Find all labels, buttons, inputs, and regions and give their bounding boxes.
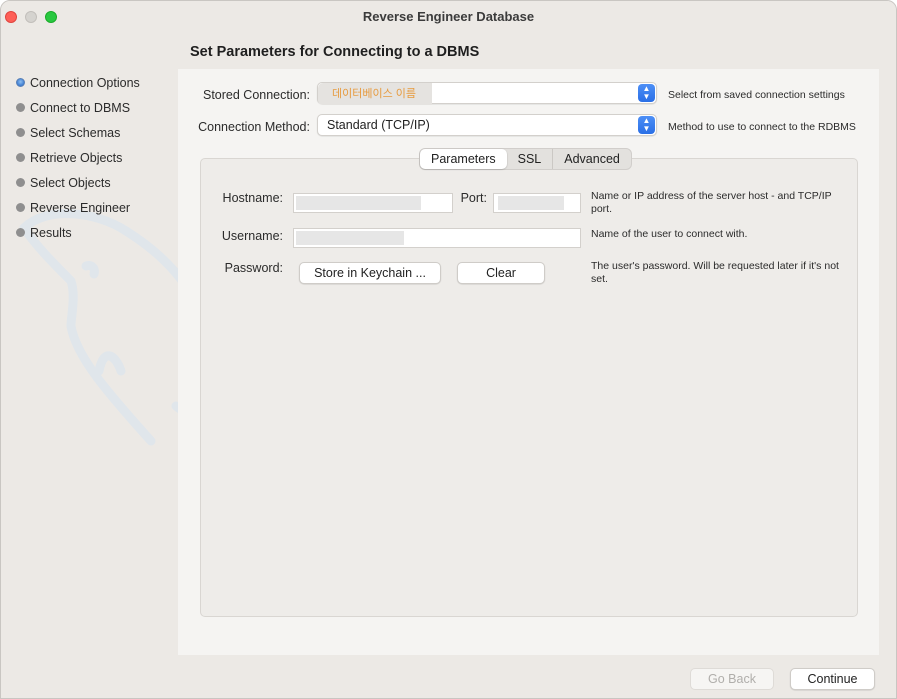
step-bullet-icon — [16, 203, 25, 212]
page-title: Set Parameters for Connecting to a DBMS — [190, 44, 480, 60]
window-title: Reverse Engineer Database — [362, 9, 535, 24]
tab-bar: Parameters SSL Advanced — [419, 148, 632, 170]
tab-parameters[interactable]: Parameters — [420, 149, 507, 169]
step-label: Reverse Engineer — [30, 200, 131, 215]
go-back-button[interactable]: Go Back — [690, 668, 774, 690]
clear-password-button[interactable]: Clear — [457, 262, 545, 284]
stored-connection-hint: Select from saved connection settings — [668, 89, 845, 101]
step-label: Results — [30, 225, 72, 240]
step-label: Select Objects — [30, 175, 111, 190]
step-label: Connect to DBMS — [30, 100, 131, 115]
username-label: Username: — [221, 229, 283, 243]
step-results: Results — [16, 220, 140, 245]
title-bar: Reverse Engineer Database — [1, 1, 896, 33]
connection-method-select[interactable]: Standard (TCP/IP) ▲ ▼ — [317, 114, 657, 136]
step-bullet-icon — [16, 153, 25, 162]
hostname-hint: Name or IP address of the server host - … — [591, 190, 832, 215]
chevron-updown-icon: ▲ ▼ — [638, 84, 655, 102]
redacted-value — [498, 196, 564, 210]
step-retrieve-objects: Retrieve Objects — [16, 145, 140, 170]
step-connection-options: Connection Options — [16, 70, 140, 95]
step-bullet-icon — [16, 128, 25, 137]
step-select-schemas: Select Schemas — [16, 120, 140, 145]
step-label: Connection Options — [30, 75, 140, 90]
step-select-objects: Select Objects — [16, 170, 140, 195]
step-bullet-icon — [16, 228, 25, 237]
redacted-value — [296, 231, 404, 245]
hostname-label: Hostname: — [222, 191, 283, 205]
step-label: Select Schemas — [30, 125, 121, 140]
step-bullet-icon — [16, 103, 25, 112]
port-field[interactable] — [493, 193, 581, 213]
port-label: Port: — [460, 191, 487, 205]
username-hint: Name of the user to connect with. — [591, 228, 748, 240]
step-reverse-engineer: Reverse Engineer — [16, 195, 140, 220]
hostname-field[interactable] — [293, 193, 453, 213]
continue-button[interactable]: Continue — [790, 668, 875, 690]
username-field[interactable] — [293, 228, 581, 248]
step-bullet-icon — [16, 178, 25, 187]
tab-content-area — [200, 158, 858, 617]
chevron-updown-icon: ▲ ▼ — [638, 116, 655, 134]
store-in-keychain-button[interactable]: Store in Keychain ... — [299, 262, 441, 284]
connection-method-hint: Method to use to connect to the RDBMS — [668, 121, 856, 133]
password-label: Password: — [224, 261, 283, 275]
connection-method-label: Connection Method: — [198, 120, 310, 134]
step-label: Retrieve Objects — [30, 150, 123, 165]
tab-advanced[interactable]: Advanced — [552, 149, 631, 169]
stored-connection-label: Stored Connection: — [202, 88, 310, 102]
reverse-engineer-window: Reverse Engineer Database Set Parameters… — [0, 0, 897, 699]
stored-connection-value: 데이터베이스 이름 — [318, 83, 432, 105]
tab-ssl[interactable]: SSL — [507, 149, 553, 169]
wizard-steps: Connection Options Connect to DBMS Selec… — [16, 70, 140, 245]
active-step-bullet-icon — [16, 78, 25, 87]
step-connect-to-dbms: Connect to DBMS — [16, 95, 140, 120]
connection-method-value: Standard (TCP/IP) — [327, 118, 430, 132]
redacted-value — [296, 196, 421, 210]
password-hint: The user's password. Will be requested l… — [591, 260, 839, 285]
